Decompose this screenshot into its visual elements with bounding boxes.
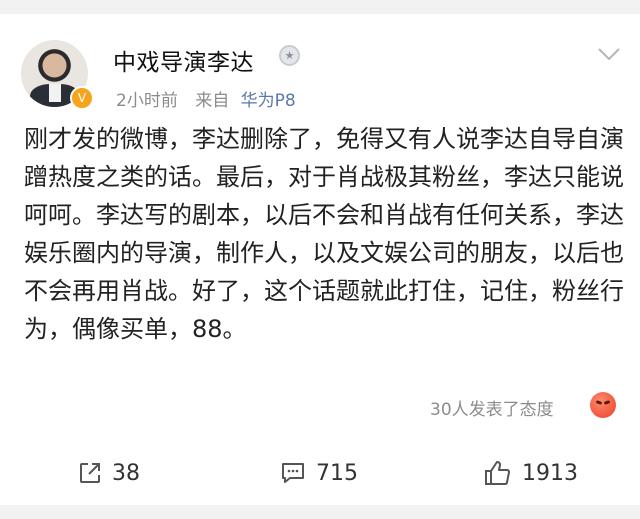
comment-button[interactable]: 715 (280, 450, 358, 496)
avatar-collar (49, 84, 61, 102)
comment-count: 715 (316, 460, 358, 486)
author-name[interactable]: 中戏导演李达 (113, 43, 254, 77)
verified-v-icon: V (70, 86, 94, 110)
like-button[interactable]: 1913 (484, 450, 578, 496)
thumbs-up-icon (485, 461, 510, 485)
bottom-divider (0, 505, 640, 519)
like-count: 1913 (522, 460, 578, 486)
repost-button[interactable]: 38 (78, 450, 140, 496)
top-divider (0, 0, 640, 14)
post-content: 刚才发的微博，李达删除了，免得又有人说李达自导自演蹭热度之类的话。最后，对于肖战… (24, 125, 624, 343)
chevron-down-icon[interactable] (598, 47, 620, 61)
attitude-text[interactable]: 30人发表了态度 (430, 395, 554, 420)
comment-icon (282, 463, 304, 483)
repost-count: 38 (112, 460, 140, 486)
post-time: 2小时前 (116, 91, 178, 111)
angry-face-icon[interactable] (590, 392, 616, 418)
post-meta: 2小时前 来自 华为P8 (116, 86, 296, 111)
share-icon (80, 463, 100, 483)
source-link[interactable]: 华为P8 (241, 91, 296, 111)
action-bar: 38 715 1913 (0, 450, 640, 496)
medal-icon[interactable]: ★ (279, 45, 300, 66)
source-prefix: 来自 (195, 91, 230, 111)
